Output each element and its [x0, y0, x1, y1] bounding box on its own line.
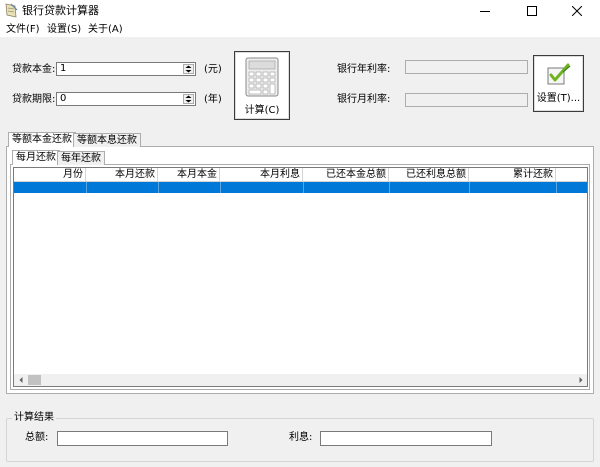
- repayment-grid[interactable]: 月份 本月还款 本月本金 本月利息 已还本金总额 已还利息总额 累计还款: [13, 167, 588, 387]
- maximize-icon: [527, 6, 537, 16]
- maximize-button[interactable]: [509, 0, 555, 22]
- annual-rate-label: 银行年利率:: [337, 64, 391, 75]
- principal-value: 1: [60, 63, 67, 74]
- calculate-label: 计算(C): [244, 105, 280, 116]
- app-icon: [5, 3, 18, 18]
- table-row[interactable]: [14, 182, 587, 193]
- column-header-filler: [556, 168, 587, 182]
- row-divider: [389, 182, 390, 193]
- calculator-icon: [245, 57, 279, 97]
- minimize-icon: [480, 11, 490, 12]
- column-header[interactable]: 本月利息: [220, 168, 303, 182]
- menu-settings[interactable]: 设置(S): [47, 24, 81, 36]
- term-label: 贷款期限:: [12, 94, 56, 105]
- column-header[interactable]: 本月还款: [86, 168, 158, 182]
- interest-field[interactable]: [320, 431, 492, 446]
- column-header[interactable]: 本月本金: [158, 168, 220, 182]
- tab-equal-principal[interactable]: 等额本金还款: [8, 132, 76, 147]
- scroll-left-icon[interactable]: [16, 374, 26, 386]
- minimize-button[interactable]: [462, 0, 508, 22]
- principal-spin-buttons[interactable]: [183, 64, 194, 74]
- settings-button[interactable]: 设置(T)...: [533, 55, 584, 112]
- term-stepper[interactable]: 0: [56, 92, 196, 106]
- spin-updown-icon: [185, 95, 192, 103]
- row-divider: [303, 182, 304, 193]
- result-group-title: 计算结果: [12, 412, 56, 424]
- row-divider: [158, 182, 159, 193]
- total-label: 总额:: [25, 432, 49, 443]
- spin-updown-icon: [185, 65, 192, 73]
- scroll-right-icon[interactable]: [576, 374, 586, 386]
- principal-unit: (元): [204, 64, 222, 75]
- tab-yearly[interactable]: 每年还款: [57, 151, 105, 165]
- annual-rate-field: [405, 60, 528, 74]
- column-header[interactable]: 已还本金总额: [303, 168, 389, 182]
- tab-equal-installment[interactable]: 等额本息还款: [73, 133, 141, 147]
- horizontal-scrollbar[interactable]: [14, 374, 587, 386]
- calculate-button[interactable]: 计算(C): [234, 51, 290, 120]
- principal-label: 贷款本金:: [12, 64, 56, 75]
- settings-check-icon: [547, 63, 571, 85]
- menu-about[interactable]: 关于(A): [88, 24, 123, 36]
- tab-monthly[interactable]: 每月还款: [12, 150, 60, 165]
- monthly-rate-field: [405, 93, 528, 107]
- row-divider: [556, 182, 557, 193]
- scrollbar-thumb[interactable]: [28, 375, 41, 385]
- term-unit: (年): [204, 94, 222, 105]
- row-divider: [220, 182, 221, 193]
- close-icon: [572, 6, 582, 16]
- menu-file[interactable]: 文件(F): [6, 24, 40, 36]
- settings-label: 设置(T)...: [536, 93, 581, 104]
- row-divider: [86, 182, 87, 193]
- principal-stepper[interactable]: 1: [56, 62, 196, 76]
- monthly-rate-label: 银行月利率:: [337, 94, 391, 105]
- column-header[interactable]: 月份: [14, 168, 86, 182]
- window-title: 银行贷款计算器: [22, 4, 99, 17]
- term-spin-buttons[interactable]: [183, 94, 194, 104]
- close-button[interactable]: [554, 0, 600, 22]
- column-header[interactable]: 累计还款: [469, 168, 556, 182]
- column-header[interactable]: 已还利息总额: [389, 168, 469, 182]
- total-field[interactable]: [57, 431, 228, 446]
- row-divider: [469, 182, 470, 193]
- interest-label: 利息:: [289, 432, 313, 443]
- term-value: 0: [60, 93, 67, 104]
